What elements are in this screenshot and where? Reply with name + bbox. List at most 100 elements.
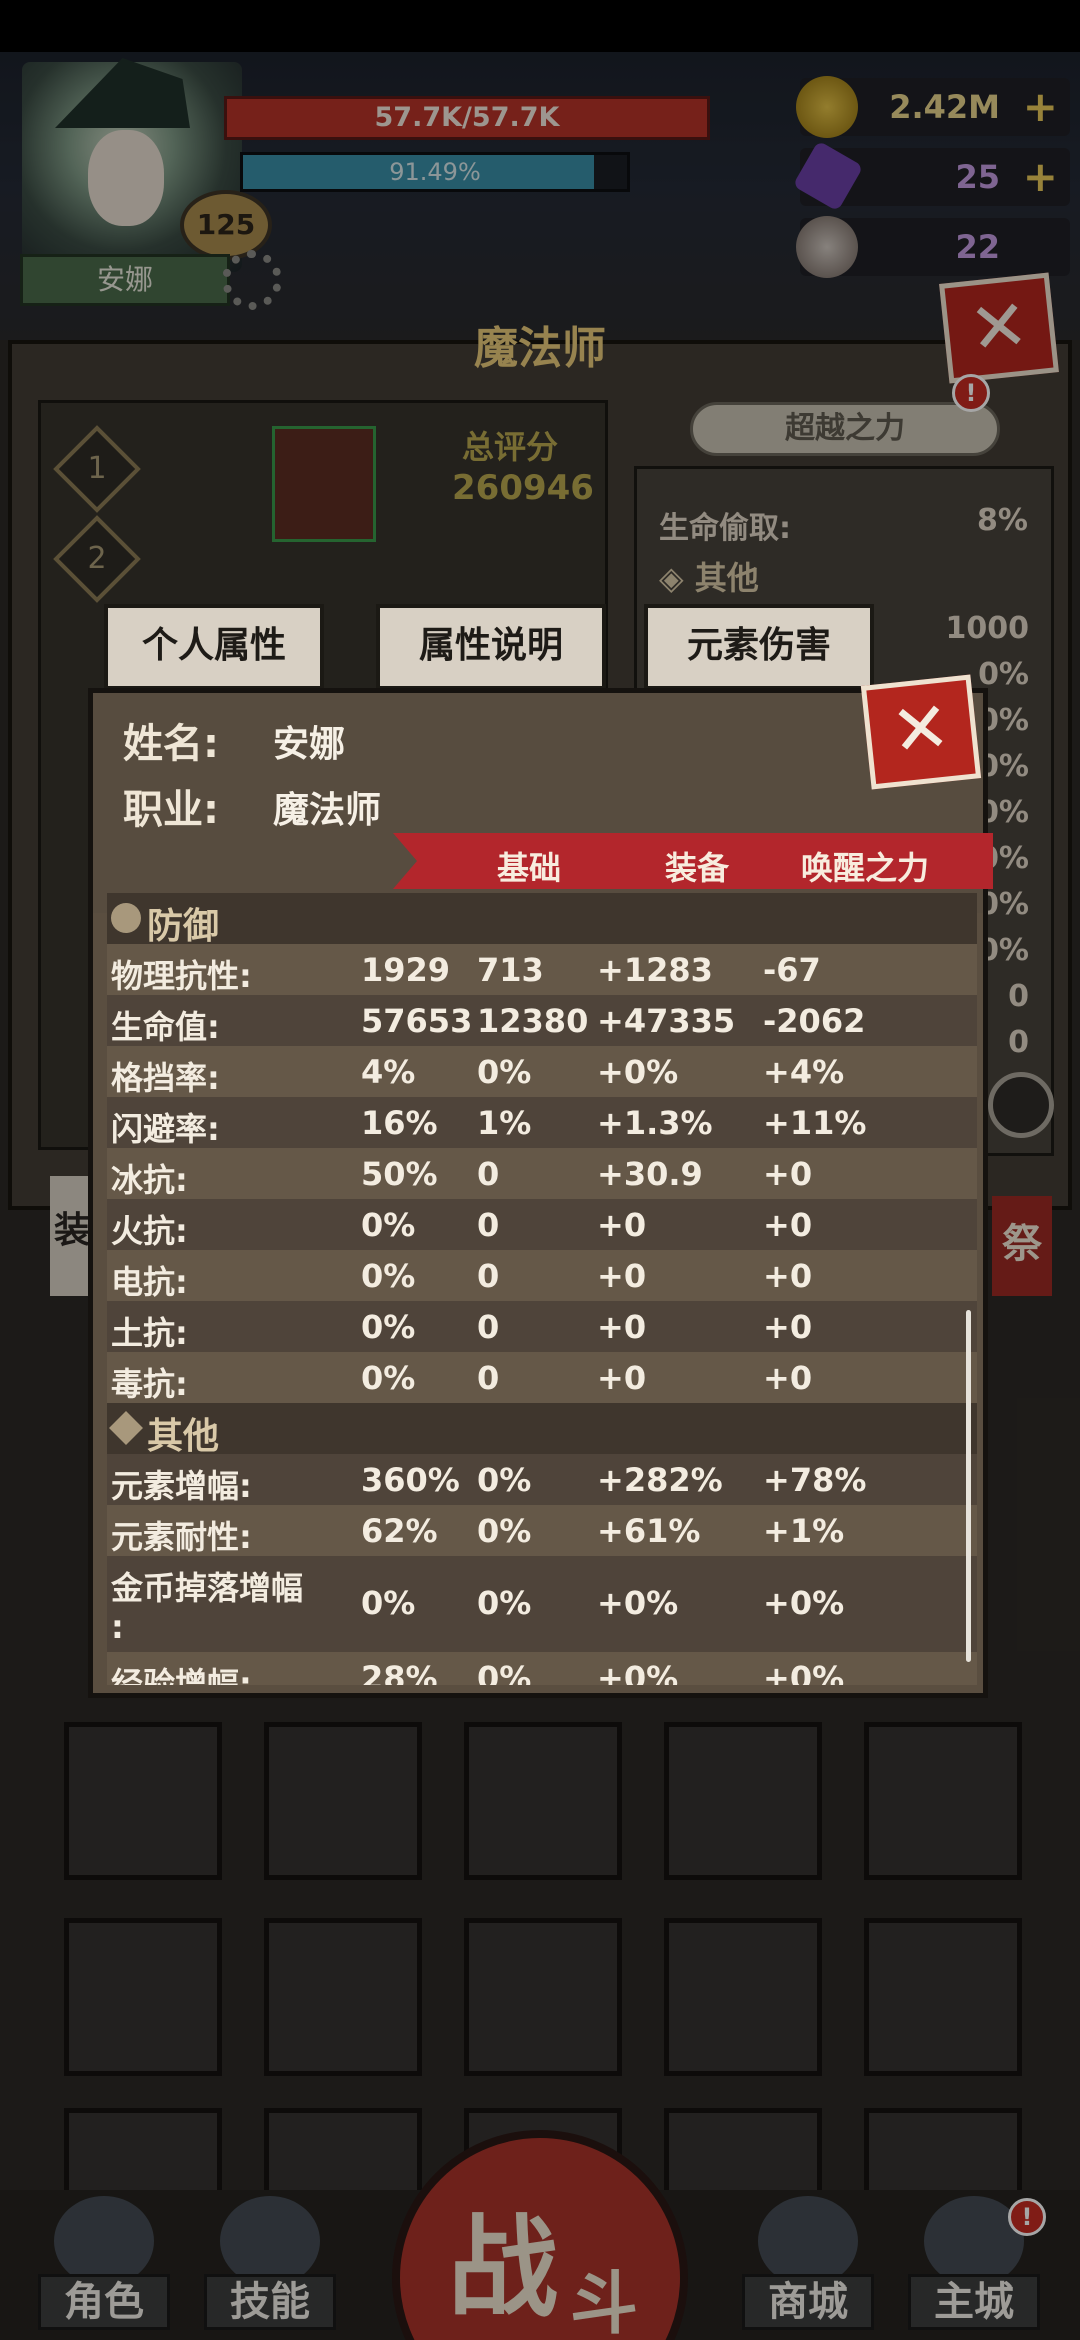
tab-personal-attributes[interactable]: 个人属性 — [104, 604, 324, 690]
attribute-row: 经验增幅: 28% 0% +0% +0% — [107, 1652, 977, 1685]
attribute-base: 0% — [477, 1053, 532, 1091]
attribute-awaken: +0 — [763, 1257, 813, 1295]
attribute-label: 生命值: — [111, 1008, 220, 1046]
attribute-label: 土抗: — [111, 1314, 188, 1352]
section-title: 其他 — [147, 1416, 220, 1457]
shield-icon — [111, 903, 141, 933]
attribute-awaken: +0% — [763, 1584, 845, 1622]
attribute-equip: +282% — [597, 1461, 723, 1499]
attribute-equip: +61% — [597, 1512, 701, 1550]
attribute-row: 电抗: 0% 0 +0 +0 — [107, 1250, 977, 1301]
attribute-equip: +1.3% — [597, 1104, 713, 1142]
table-scrollbar[interactable] — [966, 1310, 971, 1662]
attribute-label: 电抗: — [111, 1263, 188, 1301]
attribute-label: 元素增幅: — [111, 1467, 252, 1505]
close-icon: ✕ — [887, 685, 955, 773]
attribute-total: 16% — [361, 1104, 438, 1142]
attribute-awaken: +0% — [763, 1659, 845, 1685]
attribute-base: 0% — [477, 1512, 532, 1550]
tab-attribute-description[interactable]: 属性说明 — [376, 604, 606, 690]
section-header-other: 其他 — [107, 1403, 977, 1457]
column-base: 基础 — [497, 849, 562, 887]
attribute-equip: +0% — [597, 1584, 679, 1622]
job-label: 职业: — [123, 787, 219, 833]
attribute-equip: +0% — [597, 1659, 679, 1685]
attribute-awaken: +1% — [763, 1512, 845, 1550]
attribute-base: 0 — [477, 1206, 500, 1244]
attribute-total: 4% — [361, 1053, 416, 1091]
attribute-row: 土抗: 0% 0 +0 +0 — [107, 1301, 977, 1352]
attribute-modal: 姓名: 安娜 职业: 魔法师 基础 装备 唤醒之力 防御物理抗性: 1929 713… — [88, 688, 993, 1698]
attribute-label: 闪避率: — [111, 1110, 220, 1148]
attribute-total: 62% — [361, 1512, 438, 1550]
attribute-row: 元素增幅: 360% 0% +282% +78% — [107, 1454, 977, 1505]
attribute-table[interactable]: 防御物理抗性: 1929 713 +1283 -67 生命值: 57653 12380 +473… — [107, 893, 977, 1685]
attribute-row: 物理抗性: 1929 713 +1283 -67 — [107, 944, 977, 995]
attribute-equip: +30.9 — [597, 1155, 703, 1193]
attribute-equip: +1283 — [597, 951, 713, 989]
attribute-total: 0% — [361, 1206, 416, 1244]
attribute-awaken: -2062 — [763, 1002, 866, 1040]
attribute-row: 生命值: 57653 12380 +47335 -2062 — [107, 995, 977, 1046]
attribute-base: 0% — [477, 1461, 532, 1499]
attribute-awaken: -67 — [763, 951, 821, 989]
attribute-row: 格挡率: 4% 0% +0% +4% — [107, 1046, 977, 1097]
modal-close-button[interactable]: ✕ — [860, 674, 982, 790]
attribute-base: 713 — [477, 951, 544, 989]
attribute-awaken: +0 — [763, 1155, 813, 1193]
attribute-label: 物理抗性: — [111, 957, 252, 995]
column-awaken-power: 唤醒之力 — [801, 849, 930, 887]
attribute-label-continued: : — [111, 1608, 124, 1646]
attribute-awaken: +0 — [763, 1359, 813, 1397]
attribute-awaken: +11% — [763, 1104, 867, 1142]
attribute-base: 0 — [477, 1359, 500, 1397]
attribute-label: 冰抗: — [111, 1161, 188, 1199]
attribute-total: 28% — [361, 1659, 438, 1685]
attribute-row: 毒抗: 0% 0 +0 +0 — [107, 1352, 977, 1403]
attribute-label: 毒抗: — [111, 1365, 188, 1403]
attribute-total: 0% — [361, 1257, 416, 1295]
attribute-base: 0 — [477, 1155, 500, 1193]
attribute-row: 火抗: 0% 0 +0 +0 — [107, 1199, 977, 1250]
attribute-equip: +0% — [597, 1053, 679, 1091]
attribute-row: 元素耐性: 62% 0% +61% +1% — [107, 1505, 977, 1556]
diamond-icon — [109, 1411, 143, 1445]
attribute-total: 0% — [361, 1308, 416, 1346]
attribute-base: 1% — [477, 1104, 532, 1142]
attribute-total: 1929 — [361, 951, 451, 989]
section-header-defense: 防御 — [107, 893, 977, 947]
attribute-total: 50% — [361, 1155, 438, 1193]
attribute-total: 0% — [361, 1359, 416, 1397]
attribute-total: 360% — [361, 1461, 460, 1499]
attribute-awaken: +0 — [763, 1206, 813, 1244]
attribute-base: 0 — [477, 1308, 500, 1346]
column-equipment: 装备 — [665, 849, 730, 887]
attribute-total: 0% — [361, 1584, 416, 1622]
attribute-base: 0 — [477, 1257, 500, 1295]
tab-element-damage[interactable]: 元素伤害 — [644, 604, 874, 690]
attribute-awaken: +4% — [763, 1053, 845, 1091]
job-value: 魔法师 — [273, 790, 382, 831]
attribute-label: 经验增幅: — [111, 1665, 252, 1685]
attribute-awaken: +78% — [763, 1461, 867, 1499]
attribute-row: 闪避率: 16% 1% +1.3% +11% — [107, 1097, 977, 1148]
attribute-label: 金币掉落增幅 — [111, 1569, 304, 1607]
attribute-awaken: +0 — [763, 1308, 813, 1346]
attribute-label: 元素耐性: — [111, 1518, 252, 1556]
attribute-base: 0% — [477, 1584, 532, 1622]
attribute-label: 火抗: — [111, 1212, 188, 1250]
attribute-row: 金币掉落增幅 0% 0% +0% +0%: — [107, 1556, 977, 1652]
attribute-label: 格挡率: — [111, 1059, 220, 1097]
name-value: 安娜 — [273, 724, 346, 765]
section-title: 防御 — [147, 906, 220, 947]
attribute-equip: +0 — [597, 1257, 647, 1295]
attribute-row: 冰抗: 50% 0 +30.9 +0 — [107, 1148, 977, 1199]
attribute-equip: +0 — [597, 1308, 647, 1346]
attribute-equip: +0 — [597, 1359, 647, 1397]
attribute-equip: +0 — [597, 1206, 647, 1244]
attribute-total: 57653 — [361, 1002, 473, 1040]
name-label: 姓名: — [123, 721, 219, 767]
attribute-equip: +47335 — [597, 1002, 736, 1040]
attribute-base: 12380 — [477, 1002, 589, 1040]
attribute-base: 0% — [477, 1659, 532, 1685]
